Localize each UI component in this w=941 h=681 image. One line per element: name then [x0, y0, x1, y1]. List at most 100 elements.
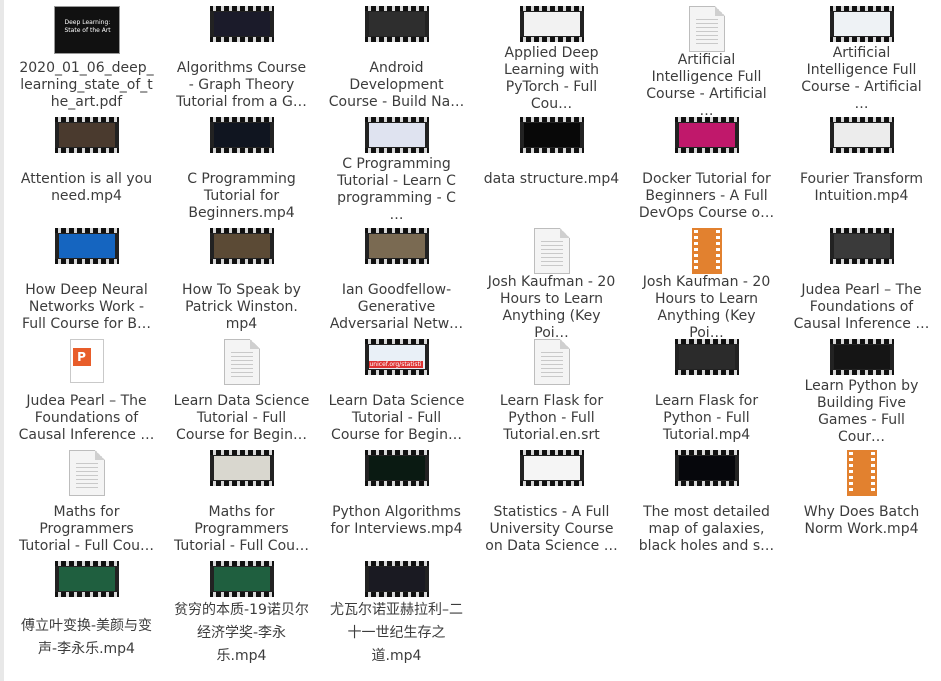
file-item[interactable]: Python Algorithms for Interviews.mp4: [319, 446, 474, 557]
file-icon-wrap: [209, 113, 274, 171]
file-name-label: Statistics - A Full University Course on…: [485, 504, 618, 554]
file-item[interactable]: Android Development Course - Build Na…: [319, 2, 474, 113]
video-thumbnail-icon: unicef.org/statisti: [364, 339, 429, 375]
file-item[interactable]: Learn Flask for Python - Full Tutorial.e…: [474, 335, 629, 446]
file-item[interactable]: Artificial Intelligence Full Course - Ar…: [629, 2, 784, 119]
file-name-label: Learn Python by Building Five Games - Fu…: [804, 378, 919, 445]
video-thumbnail-icon: [209, 117, 274, 153]
video-thumbnail-icon: [364, 450, 429, 486]
video-thumbnail-icon: [829, 6, 894, 42]
file-item[interactable]: data structure.mp4: [474, 113, 629, 224]
pdf-thumbnail-title: Deep Learning: State of the Art: [64, 19, 111, 34]
file-item[interactable]: C Programming Tutorial for Beginners.mp4: [164, 113, 319, 224]
file-icon-wrap: P: [69, 335, 104, 393]
file-name-label: The most detailed map of galaxies, black…: [638, 504, 775, 554]
video-thumbnail-icon: [519, 117, 584, 153]
file-name-label: Attention is all you need.mp4: [20, 171, 153, 204]
text-document-icon: [688, 6, 725, 52]
text-document-icon: [533, 228, 570, 274]
file-icon-wrap: [674, 446, 739, 504]
file-icon-wrap: [829, 224, 894, 282]
file-item[interactable]: Maths for Programmers Tutorial - Full Co…: [9, 446, 164, 557]
file-item[interactable]: unicef.org/statisti Learn Data Science Tu…: [319, 335, 474, 446]
file-item[interactable]: Learn Data Science Tutorial - Full Cours…: [164, 335, 319, 446]
file-item[interactable]: Josh Kaufman - 20 Hours to Learn Anythin…: [474, 224, 629, 341]
file-name-label: Judea Pearl – The Foundations of Causal …: [18, 393, 155, 443]
file-icon-wrap: [209, 2, 274, 60]
file-icon-wrap: [674, 113, 739, 171]
file-icon-wrap: [54, 224, 119, 282]
text-document-icon: [68, 450, 105, 496]
video-thumbnail-icon: [54, 561, 119, 597]
video-thumbnail-icon: [364, 228, 429, 264]
file-item[interactable]: 贫穷的本质-19诺贝尔经济学奖-李永乐.mp4: [164, 557, 319, 668]
video-thumbnail-icon: [209, 228, 274, 264]
file-item[interactable]: Attention is all you need.mp4: [9, 113, 164, 224]
file-icon-wrap: [223, 335, 260, 393]
file-grid: Deep Learning: State of the Art 2020_01_0…: [9, 2, 939, 668]
file-item[interactable]: Fourier Transform Intuition.mp4: [784, 113, 939, 224]
file-item[interactable]: The most detailed map of galaxies, black…: [629, 446, 784, 557]
video-thumbnail-icon: [674, 117, 739, 153]
file-name-label: Artificial Intelligence Full Course - Ar…: [801, 45, 922, 112]
file-item[interactable]: 尤瓦尔诺亚赫拉利–二十一世纪生存之道.mp4: [319, 557, 474, 668]
file-name-label: Docker Tutorial for Beginners - A Full D…: [638, 171, 775, 221]
file-item[interactable]: 傅立叶变换-美颜与变声-李永乐.mp4: [9, 557, 164, 668]
file-item[interactable]: Ian Goodfellow- Generative Adversarial N…: [319, 224, 474, 335]
file-item[interactable]: Maths for Programmers Tutorial - Full Co…: [164, 446, 319, 557]
file-item[interactable]: C Programming Tutorial - Learn C program…: [319, 113, 474, 224]
file-item[interactable]: Judea Pearl – The Foundations of Causal …: [784, 224, 939, 335]
file-item[interactable]: Applied Deep Learning with PyTorch - Ful…: [474, 2, 629, 113]
file-icon-wrap: [519, 2, 584, 45]
pdf-thumbnail-icon: Deep Learning: State of the Art: [53, 6, 120, 54]
file-name-label: Ian Goodfellow- Generative Adversarial N…: [329, 282, 464, 332]
video-thumbnail-icon: [829, 117, 894, 153]
video-thumbnail-icon: [54, 117, 119, 153]
file-name-label: Python Algorithms for Interviews.mp4: [330, 504, 463, 537]
file-item[interactable]: Learn Python by Building Five Games - Fu…: [784, 335, 939, 446]
text-document-icon: [223, 339, 260, 385]
file-icon-wrap: [519, 113, 584, 171]
file-icon-wrap: [674, 335, 739, 393]
file-name-label: Artificial Intelligence Full Course - Ar…: [646, 52, 767, 119]
video-thumbnail-icon: [364, 6, 429, 42]
file-name-label: Algorithms Course - Graph Theory Tutoria…: [176, 60, 307, 110]
video-thumbnail-icon: [209, 450, 274, 486]
file-icon-wrap: [209, 224, 274, 282]
file-item[interactable]: How To Speak by Patrick Winston. mp4: [164, 224, 319, 335]
file-name-label: Josh Kaufman - 20 Hours to Learn Anythin…: [642, 274, 771, 341]
file-icon-wrap: [54, 113, 119, 171]
file-name-label: 尤瓦尔诺亚赫拉利–二十一世纪生存之道.mp4: [330, 602, 463, 664]
video-thumbnail-icon: [364, 561, 429, 597]
file-name-label: C Programming Tutorial for Beginners.mp4: [187, 171, 296, 221]
file-item[interactable]: Josh Kaufman - 20 Hours to Learn Anythin…: [629, 224, 784, 341]
file-name-label: C Programming Tutorial - Learn C program…: [337, 156, 456, 223]
file-item[interactable]: Deep Learning: State of the Art 2020_01_0…: [9, 2, 164, 113]
presentation-icon: P: [69, 339, 104, 383]
text-document-icon: [533, 339, 570, 385]
file-name-label: Android Development Course - Build Na…: [328, 60, 465, 110]
file-icon-wrap: [829, 113, 894, 171]
file-icon-wrap: [364, 557, 429, 599]
video-thumbnail-icon: [829, 228, 894, 264]
file-item[interactable]: Learn Flask for Python - Full Tutorial.m…: [629, 335, 784, 446]
video-thumbnail-icon: [674, 450, 739, 486]
file-item[interactable]: Docker Tutorial for Beginners - A Full D…: [629, 113, 784, 224]
file-item[interactable]: P Judea Pearl – The Foundations of Causal…: [9, 335, 164, 446]
file-item[interactable]: Artificial Intelligence Full Course - Ar…: [784, 2, 939, 113]
file-item[interactable]: Algorithms Course - Graph Theory Tutoria…: [164, 2, 319, 113]
left-border: [0, 0, 4, 681]
file-name-label: 贫穷的本质-19诺贝尔经济学奖-李永乐.mp4: [174, 602, 309, 664]
file-icon-wrap: [68, 446, 105, 504]
file-icon-wrap: [846, 446, 877, 504]
file-item[interactable]: Statistics - A Full University Course on…: [474, 446, 629, 557]
file-name-label: Why Does Batch Norm Work.mp4: [803, 504, 920, 537]
file-item[interactable]: Why Does Batch Norm Work.mp4: [784, 446, 939, 557]
file-item[interactable]: How Deep Neural Networks Work - Full Cou…: [9, 224, 164, 335]
video-thumbnail-icon: [54, 228, 119, 264]
file-icon-wrap: [364, 2, 429, 60]
video-thumbnail-icon: [364, 117, 429, 153]
file-name-label: 2020_01_06_deep_learning_state_of_the_ar…: [19, 60, 154, 110]
file-name-label: Judea Pearl – The Foundations of Causal …: [793, 282, 930, 332]
file-name-label: Applied Deep Learning with PyTorch - Ful…: [504, 45, 599, 112]
